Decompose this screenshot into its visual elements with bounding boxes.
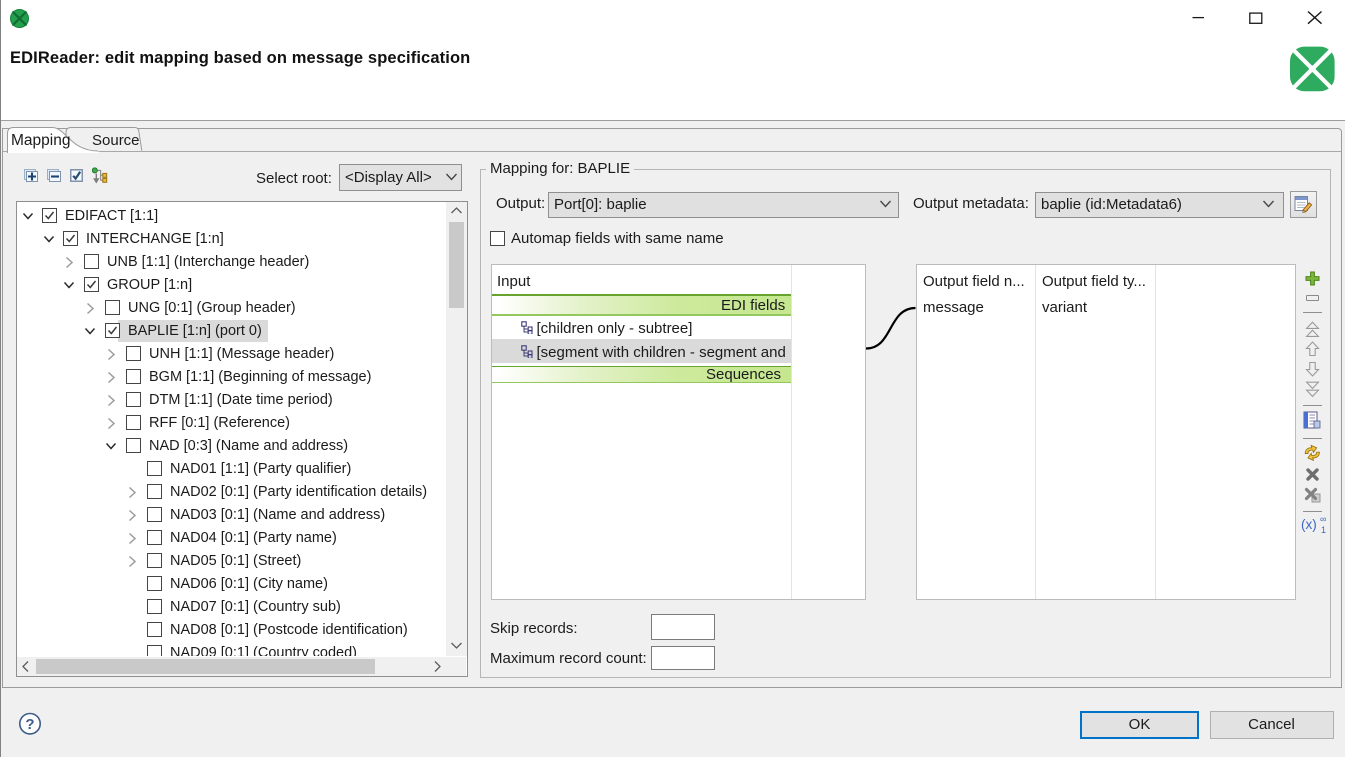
svg-text:?: ? [25, 716, 34, 733]
